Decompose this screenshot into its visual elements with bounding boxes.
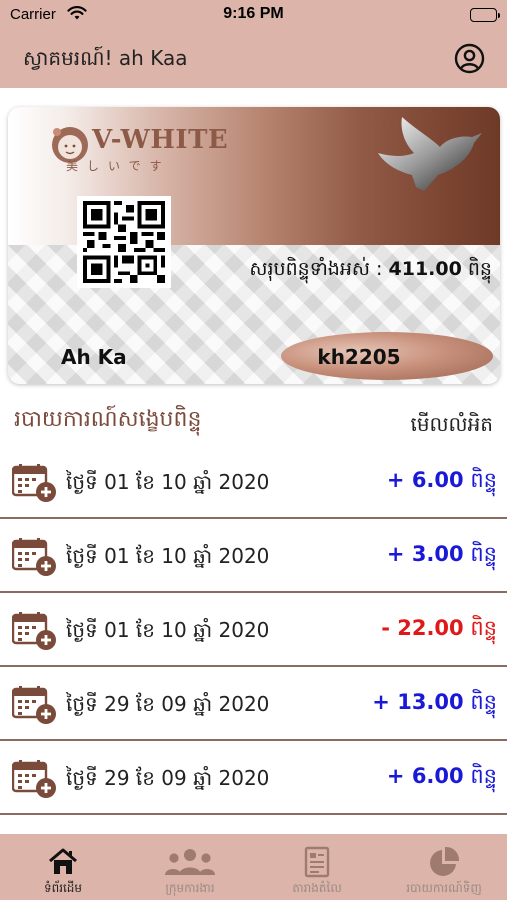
transaction-amount: + 13.00 ពិន្ទុ bbox=[372, 690, 497, 714]
transaction-date: ថ្ងៃទី 01 ខែ 10 ឆ្នាំ 2020 bbox=[66, 618, 270, 642]
user-circle-icon[interactable] bbox=[454, 43, 485, 74]
calendar-add-icon bbox=[11, 759, 57, 799]
home-icon bbox=[47, 846, 79, 878]
transaction-date: ថ្ងៃទី 01 ខែ 10 ឆ្នាំ 2020 bbox=[66, 544, 270, 568]
transaction-date: ថ្ងៃទី 29 ខែ 09 ឆ្នាំ 2020 bbox=[66, 766, 270, 790]
member-card[interactable]: V-WHITE 美しいです សរុបពិន្ទុទាំងអស់ : 411.00… bbox=[8, 107, 500, 384]
list-item[interactable]: ថ្ងៃទី 01 ខែ 10 ឆ្នាំ 2020 + 3.00 ពិន្ទុ bbox=[0, 519, 507, 593]
tab-purchase-report[interactable]: របាយការណ៍ទិញ bbox=[381, 834, 507, 900]
transaction-amount: + 6.00 ពិន្ទុ bbox=[386, 764, 497, 788]
list-item[interactable]: ថ្ងៃទី 01 ខែ 10 ឆ្នាំ 2020 - 22.00 ពិន្ទ… bbox=[0, 593, 507, 667]
calendar-add-icon bbox=[11, 611, 57, 651]
tab-price-list[interactable]: តារាងតំលៃ bbox=[254, 834, 380, 900]
tab-label: ទំព័រដើម bbox=[43, 881, 83, 895]
calendar-add-icon bbox=[11, 463, 57, 503]
transaction-list: ថ្ងៃទី 01 ខែ 10 ឆ្នាំ 2020 + 6.00 ពិន្ទុ… bbox=[0, 445, 507, 815]
list-item[interactable]: ថ្ងៃទី 01 ខែ 10 ឆ្នាំ 2020 + 6.00 ពិន្ទុ bbox=[0, 445, 507, 519]
greeting-title: ស្វាគមរណ៍! ah Kaa bbox=[23, 46, 188, 70]
tab-label: របាយការណ៍ទិញ bbox=[406, 881, 482, 895]
tab-team[interactable]: ក្រុមការងារ bbox=[127, 834, 253, 900]
calendar-add-icon bbox=[11, 537, 57, 577]
total-points: សរុបពិន្ទុទាំងអស់ : 411.00 ពិន្ទុ bbox=[249, 258, 492, 280]
list-item[interactable]: ថ្ងៃទី 29 ខែ 09 ឆ្នាំ 2020 + 13.00 ពិន្ទ… bbox=[0, 667, 507, 741]
tab-home[interactable]: ទំព័រដើម bbox=[0, 834, 126, 900]
member-code: kh2205 bbox=[317, 345, 401, 369]
status-bar: Carrier 9:16 PM bbox=[0, 0, 507, 30]
transaction-amount: + 6.00 ពិន្ទុ bbox=[386, 468, 497, 492]
transaction-date: ថ្ងៃទី 01 ខែ 10 ឆ្នាំ 2020 bbox=[66, 470, 270, 494]
price-list-icon bbox=[301, 846, 333, 878]
tab-label: តារាងតំលៃ bbox=[292, 881, 342, 895]
calendar-add-icon bbox=[11, 685, 57, 725]
transaction-amount: + 3.00 ពិន្ទុ bbox=[386, 542, 497, 566]
clock: 9:16 PM bbox=[223, 5, 284, 22]
qr-code bbox=[77, 196, 171, 288]
list-item[interactable]: ថ្ងៃទី 29 ខែ 09 ឆ្នាំ 2020 + 6.00 ពិន្ទុ bbox=[0, 741, 507, 815]
section-title: របាយការណ៍សង្ខេបពិន្ទុ bbox=[14, 407, 202, 432]
dove-icon bbox=[374, 113, 486, 195]
brand-name: V-WHITE bbox=[92, 125, 229, 155]
group-icon bbox=[162, 846, 218, 878]
app-header: ស្វាគមរណ៍! ah Kaa bbox=[0, 30, 507, 88]
tab-bar: ទំព័រដើម ក្រុមការងារ តារាងតំលៃ របាយការណ៍… bbox=[0, 834, 507, 900]
pie-chart-icon bbox=[428, 846, 460, 878]
see-detail-link[interactable]: មើលលំអិត bbox=[410, 411, 493, 441]
tab-label: ក្រុមការងារ bbox=[165, 881, 215, 895]
transaction-date: ថ្ងៃទី 29 ខែ 09 ឆ្នាំ 2020 bbox=[66, 692, 270, 716]
brand-subtitle: 美しいです bbox=[66, 159, 171, 173]
card-holder-name: Ah Ka bbox=[61, 345, 127, 369]
transaction-amount: - 22.00 ពិន្ទុ bbox=[381, 616, 497, 640]
battery-icon bbox=[470, 8, 500, 22]
